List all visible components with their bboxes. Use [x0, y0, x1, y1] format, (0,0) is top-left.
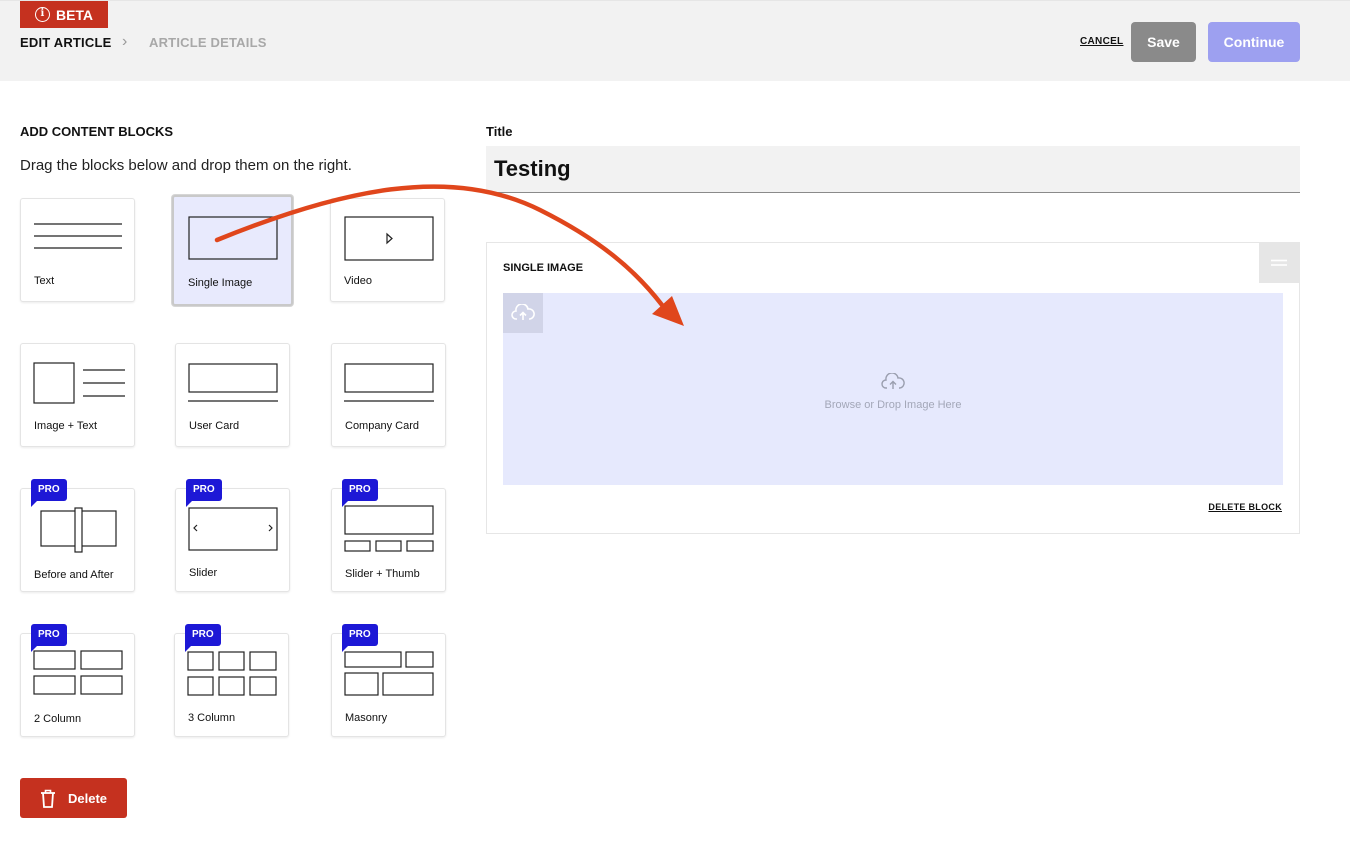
- block-card-slider[interactable]: PRO Slider: [175, 479, 290, 592]
- block-card-image-text[interactable]: Image + Text: [20, 343, 135, 447]
- trash-icon: [40, 789, 55, 808]
- masonry-icon: [344, 651, 434, 696]
- block-label: Slider + Thumb: [345, 568, 420, 580]
- two-column-icon: [33, 650, 123, 695]
- block-card-two-column[interactable]: PRO 2 Column: [20, 624, 135, 737]
- three-column-icon: [187, 651, 277, 696]
- user-card-icon: [188, 363, 278, 402]
- block-label: Image + Text: [34, 420, 98, 432]
- dropzone-text: Browse or Drop Image Here: [824, 399, 962, 411]
- block-card-slider-thumb[interactable]: PRO Slider + Thumb: [331, 479, 446, 592]
- block-label: User Card: [189, 420, 240, 432]
- block-label: Text: [34, 275, 55, 287]
- beta-badge: i BETA: [20, 1, 108, 28]
- block-card-masonry[interactable]: PRO Masonry: [331, 624, 446, 737]
- block-card-user-card[interactable]: User Card: [175, 343, 290, 447]
- title-input[interactable]: [486, 146, 1300, 193]
- before-after-icon: [40, 507, 117, 553]
- video-play-icon: [344, 216, 434, 261]
- delete-label: Delete: [67, 790, 108, 806]
- breadcrumb-article-details[interactable]: ARTICLE DETAILS: [149, 35, 267, 50]
- block-card-before-after[interactable]: PRO Before and After: [20, 479, 135, 592]
- block-label: Single Image: [188, 277, 253, 289]
- text-lines-icon: [34, 223, 122, 249]
- beta-label: BETA: [55, 6, 94, 23]
- pro-badge: PRO: [185, 624, 221, 652]
- block-label: Masonry: [345, 712, 388, 724]
- company-card-icon: [344, 363, 434, 402]
- delete-button[interactable]: Delete: [20, 778, 127, 818]
- pro-badge: PRO: [342, 479, 378, 507]
- image-dropzone[interactable]: Browse or Drop Image Here: [503, 293, 1283, 485]
- single-image-block: SINGLE IMAGE Browse or Drop Image Here D…: [486, 242, 1300, 534]
- slider-icon: [188, 507, 278, 551]
- pro-badge: PRO: [186, 479, 222, 507]
- block-label: Company Card: [345, 420, 419, 432]
- block-card-text[interactable]: Text: [20, 198, 135, 302]
- chevron-right-icon: ›: [122, 33, 128, 50]
- block-heading: SINGLE IMAGE: [503, 262, 584, 274]
- drag-handle-icon[interactable]: [1259, 243, 1299, 283]
- continue-button[interactable]: Continue: [1208, 22, 1300, 62]
- pro-badge: PRO: [31, 624, 67, 652]
- block-label: 2 Column: [34, 713, 82, 725]
- delete-block-link[interactable]: DELETE BLOCK: [1208, 502, 1282, 512]
- block-label: Video: [344, 275, 372, 287]
- breadcrumb-edit-article[interactable]: EDIT ARTICLE: [20, 35, 111, 50]
- cloud-upload-icon: [511, 304, 535, 320]
- block-label: 3 Column: [188, 712, 236, 724]
- image-text-icon: [33, 362, 125, 404]
- block-card-three-column[interactable]: PRO 3 Column: [174, 624, 289, 737]
- slider-thumb-icon: [344, 505, 434, 552]
- block-label: Slider: [189, 567, 218, 579]
- info-icon: i: [34, 7, 50, 22]
- block-label: Before and After: [34, 569, 114, 581]
- title-label: Title: [486, 124, 513, 139]
- block-card-company-card[interactable]: Company Card: [331, 343, 446, 447]
- content-blocks-instructions: Drag the blocks below and drop them on t…: [20, 157, 352, 174]
- content-blocks-title: ADD CONTENT BLOCKS: [20, 124, 174, 139]
- block-card-video[interactable]: Video: [330, 198, 445, 302]
- pro-badge: PRO: [31, 479, 67, 507]
- block-card-single-image[interactable]: Single Image: [172, 195, 293, 306]
- top-bar: i BETA EDIT ARTICLE › ARTICLE DETAILS CA…: [0, 0, 1350, 81]
- cloud-upload-icon: [881, 373, 905, 389]
- cancel-link[interactable]: CANCEL: [1080, 36, 1123, 47]
- pro-badge: PRO: [342, 624, 378, 652]
- save-button[interactable]: Save: [1131, 22, 1196, 62]
- image-frame-icon: [188, 216, 278, 260]
- upload-button[interactable]: [503, 293, 543, 333]
